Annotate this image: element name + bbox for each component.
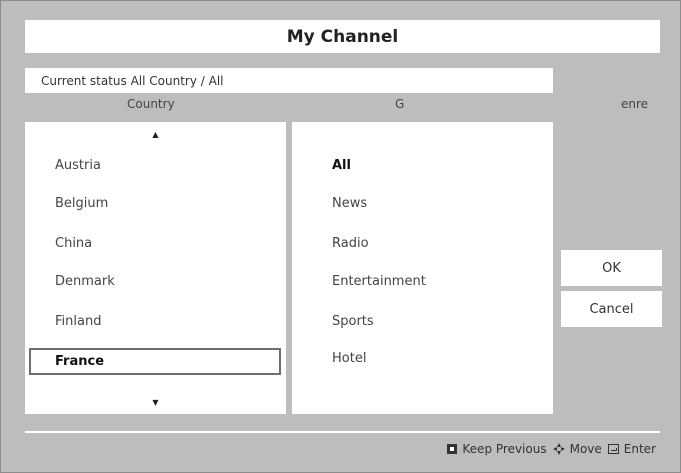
genre-item-radio[interactable]: Radio	[332, 236, 369, 251]
country-item-finland[interactable]: Finland	[55, 314, 101, 329]
country-item-belgium[interactable]: Belgium	[55, 196, 108, 211]
genre-column-header-first: G	[395, 97, 405, 111]
country-list-panel: ▲ Austria Belgium China Denmark Finland …	[25, 122, 286, 414]
genre-item-news[interactable]: News	[332, 196, 367, 211]
move-hint: Move	[552, 442, 602, 456]
square-button-icon	[447, 444, 458, 454]
enter-hint: Enter	[607, 442, 656, 456]
genre-column-header-rest: enre	[621, 97, 649, 111]
arrow-up-icon[interactable]: ▲	[25, 130, 286, 139]
page-title: My Channel	[286, 26, 399, 47]
country-item-france-selected[interactable]: France	[29, 348, 281, 375]
genre-item-sports[interactable]: Sports	[332, 314, 374, 329]
keep-previous-hint: Keep Previous	[447, 442, 547, 456]
genre-item-hotel[interactable]: Hotel	[332, 351, 366, 366]
my-channel-screen: My Channel Current status All Country / …	[0, 0, 681, 473]
enter-icon	[607, 444, 619, 454]
genre-list-panel: All News Radio Entertainment Sports Hote…	[292, 122, 553, 414]
country-item-austria[interactable]: Austria	[55, 158, 101, 173]
cancel-button[interactable]: Cancel	[561, 291, 662, 327]
four-way-arrow-icon	[552, 443, 565, 455]
ok-button[interactable]: OK	[561, 250, 662, 286]
title-bar: My Channel	[25, 20, 660, 53]
arrow-down-icon[interactable]: ▼	[25, 398, 286, 407]
move-label: Move	[569, 442, 602, 456]
status-text: Current status All Country / All	[41, 73, 224, 88]
enter-label: Enter	[623, 442, 656, 456]
footer-divider	[25, 431, 660, 433]
country-item-denmark[interactable]: Denmark	[55, 274, 115, 289]
country-column-header: Country	[127, 97, 175, 111]
keep-previous-label: Keep Previous	[462, 442, 547, 456]
country-item-china[interactable]: China	[55, 236, 92, 251]
footer-hints: Keep Previous Move Enter	[447, 442, 656, 456]
status-bar: Current status All Country / All	[25, 68, 553, 93]
genre-item-all[interactable]: All	[332, 158, 351, 173]
genre-item-entertainment[interactable]: Entertainment	[332, 274, 426, 289]
